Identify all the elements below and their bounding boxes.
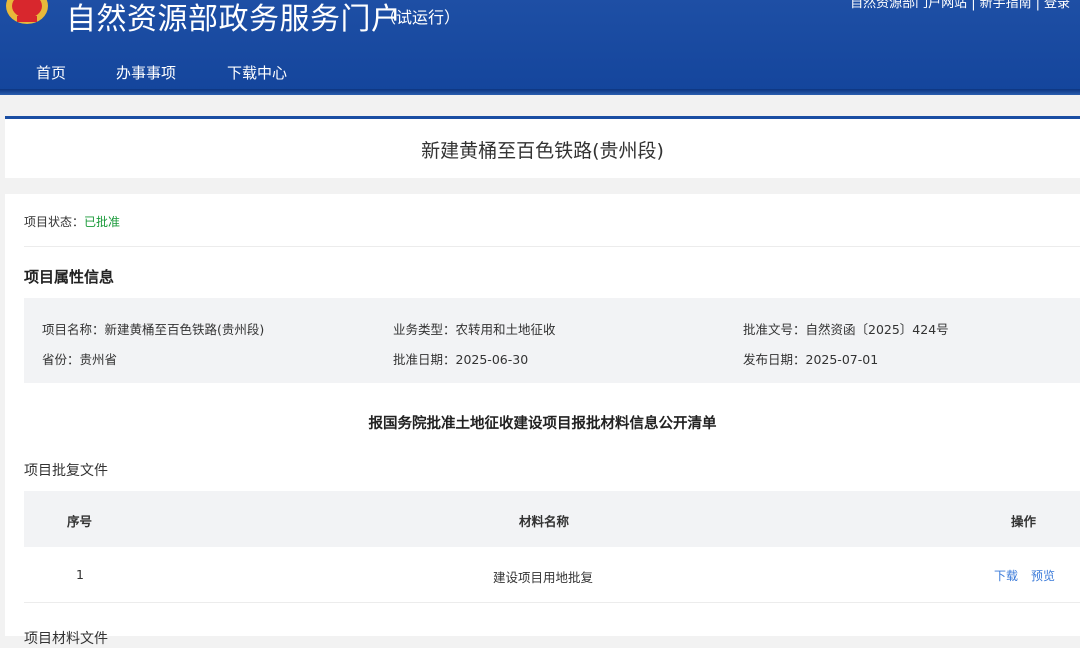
column-material-name: 材料名称 xyxy=(519,514,570,529)
table-header: 序号 材料名称 操作 xyxy=(24,491,1080,547)
column-action: 操作 xyxy=(1011,514,1037,529)
project-status: 项目状态：已批准 xyxy=(24,213,120,230)
table-row: 1 建设项目用地批复 下载 预览 xyxy=(24,547,1080,603)
project-title-card: 新建黄桶至百色铁路(贵州段) xyxy=(5,116,1080,178)
attr-approval-doc-no: 批准文号：自然资函〔2025〕424号 xyxy=(743,322,949,337)
nav-item-services[interactable]: 办事事项 xyxy=(116,62,176,83)
row-material-name: 建设项目用地批复 xyxy=(493,570,594,585)
login-link[interactable]: 登录 xyxy=(1044,0,1070,11)
site-title: 自然资源部政务服务门户 xyxy=(66,2,402,37)
preview-link[interactable]: 预览 xyxy=(1031,567,1055,584)
status-badge: 已批准 xyxy=(84,215,121,229)
approval-docs-title: 项目批复文件 xyxy=(24,463,108,479)
nav-item-downloads[interactable]: 下载中心 xyxy=(227,62,287,83)
site-header: 自然资源部政务服务门户 （试运行） 自然资源部门户网站 | 新手指南 | 登录 首页 办… xyxy=(0,0,1080,93)
divider xyxy=(24,246,1080,247)
nav-item-home[interactable]: 首页 xyxy=(36,62,66,83)
material-files-title: 项目材料文件 xyxy=(24,631,108,647)
portal-link[interactable]: 自然资源部门户网站 xyxy=(850,0,967,11)
attr-approval-date: 批准日期：2025-06-30 xyxy=(393,352,529,367)
row-index: 1 xyxy=(76,567,84,582)
attributes-section-title: 项目属性信息 xyxy=(24,268,115,286)
materials-list-title: 报国务院批准土地征收建设项目报批材料信息公开清单 xyxy=(368,416,717,432)
attributes-box: 项目名称：新建黄桶至百色铁路(贵州段) 业务类型：农转用和土地征收 批准文号：自… xyxy=(24,298,1080,383)
top-links: 自然资源部门户网站 | 新手指南 | 登录 xyxy=(846,0,1074,11)
attr-publish-date: 发布日期：2025-07-01 xyxy=(743,352,879,367)
status-label: 项目状态： xyxy=(24,215,85,229)
project-title: 新建黄桶至百色铁路(贵州段) xyxy=(421,140,664,162)
column-index: 序号 xyxy=(67,514,93,529)
attr-business-type: 业务类型：农转用和土地征收 xyxy=(393,322,556,337)
attr-project-name: 项目名称：新建黄桶至百色铁路(贵州段) xyxy=(42,322,265,337)
project-detail-card: 项目状态：已批准 项目属性信息 项目名称：新建黄桶至百色铁路(贵州段) 业务类型… xyxy=(5,194,1080,647)
trial-label: （试运行） xyxy=(380,8,461,27)
national-emblem-icon xyxy=(6,0,48,24)
download-link[interactable]: 下载 xyxy=(994,567,1018,584)
attr-province: 省份：贵州省 xyxy=(42,352,118,367)
header-divider xyxy=(0,89,1080,95)
guide-link[interactable]: 新手指南 xyxy=(980,0,1032,11)
